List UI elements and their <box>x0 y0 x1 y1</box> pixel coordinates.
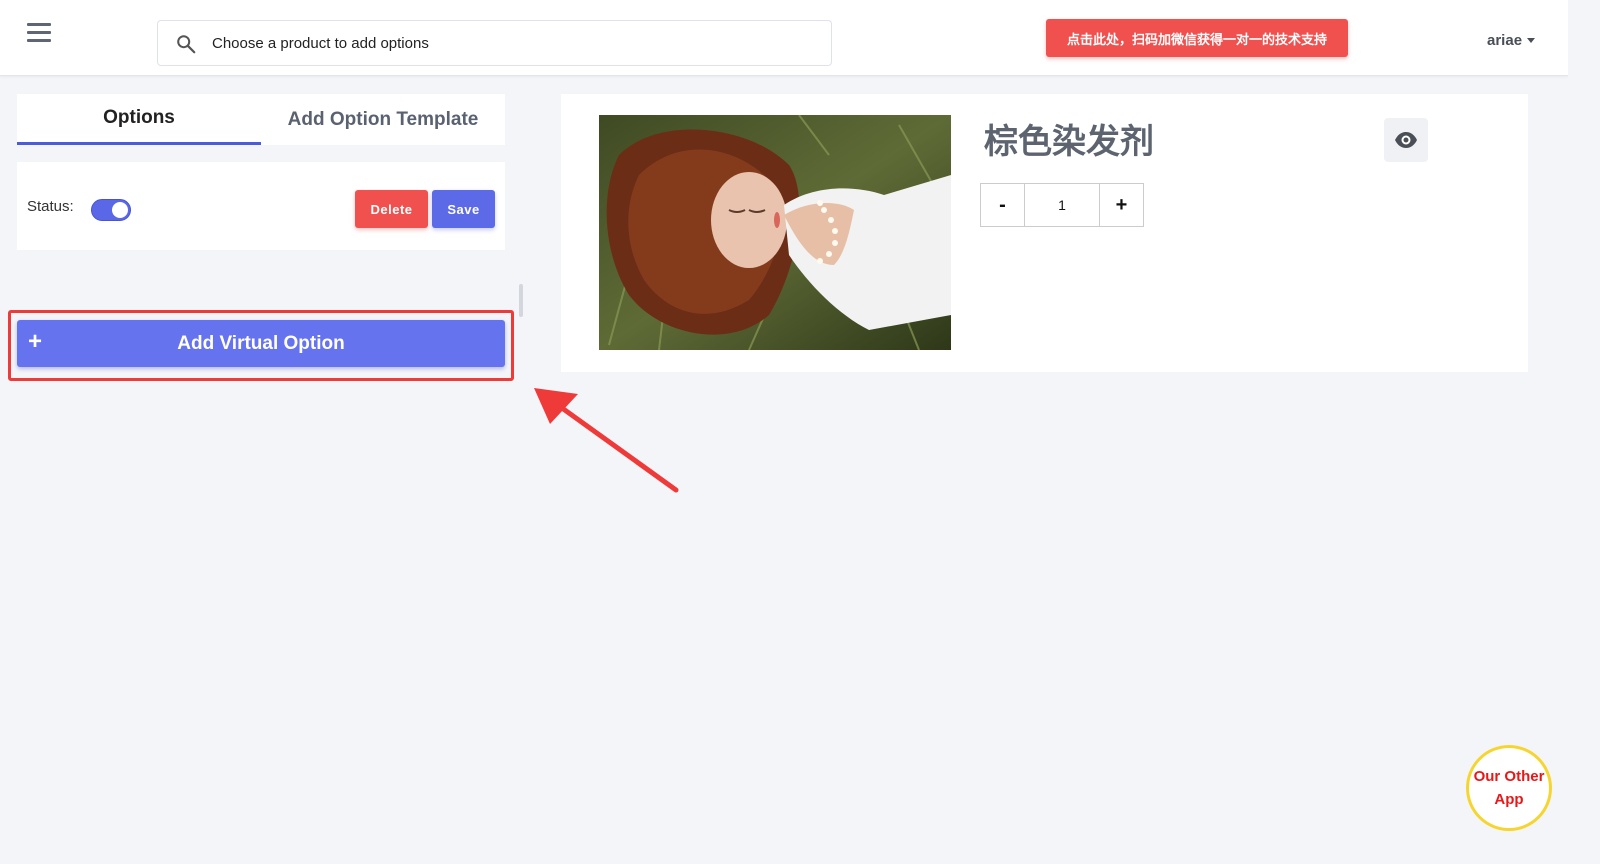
annotation-arrow-icon <box>534 388 679 493</box>
product-title: 棕色染发剂 <box>984 122 1154 162</box>
delete-button[interactable]: Delete <box>355 190 428 228</box>
caret-down-icon <box>1527 38 1536 43</box>
top-bar: 点击此处，扫码加微信获得一对一的技术支持 ariae <box>0 0 1568 76</box>
status-toggle[interactable] <box>91 199 131 221</box>
page-scrollbar-track <box>1568 0 1600 864</box>
add-virtual-option-label: Add Virtual Option <box>177 332 345 354</box>
eye-icon <box>1395 132 1417 148</box>
quantity-increase-button[interactable]: + <box>1099 184 1143 226</box>
search-input[interactable] <box>212 29 812 57</box>
quantity-input[interactable] <box>1025 184 1099 226</box>
status-card: Status: Delete Save <box>17 162 505 250</box>
tab-options[interactable]: Options <box>17 94 261 145</box>
menu-icon[interactable] <box>27 23 51 45</box>
our-other-app-badge[interactable]: Our Other App <box>1466 745 1552 831</box>
preview-toggle-button[interactable] <box>1384 118 1428 162</box>
status-label: Status: <box>27 198 74 215</box>
quantity-decrease-button[interactable]: - <box>981 184 1025 226</box>
tab-add-option-template[interactable]: Add Option Template <box>261 94 505 145</box>
search-icon <box>177 35 196 54</box>
quantity-stepper: - + <box>980 183 1144 227</box>
other-app-line2: App <box>1494 791 1524 808</box>
product-image <box>599 115 951 350</box>
add-virtual-option-button[interactable]: + Add Virtual Option <box>17 320 505 367</box>
product-search[interactable] <box>157 20 832 66</box>
options-tabs: Options Add Option Template <box>17 94 505 145</box>
tech-support-button[interactable]: 点击此处，扫码加微信获得一对一的技术支持 <box>1046 19 1348 57</box>
panel-resize-handle[interactable] <box>519 284 523 317</box>
user-menu[interactable]: ariae <box>1487 30 1536 50</box>
other-app-line1: Our Other <box>1473 768 1545 785</box>
user-name: ariae <box>1487 31 1523 49</box>
save-button[interactable]: Save <box>432 190 495 228</box>
product-preview-card: 棕色染发剂 - + <box>561 94 1528 372</box>
